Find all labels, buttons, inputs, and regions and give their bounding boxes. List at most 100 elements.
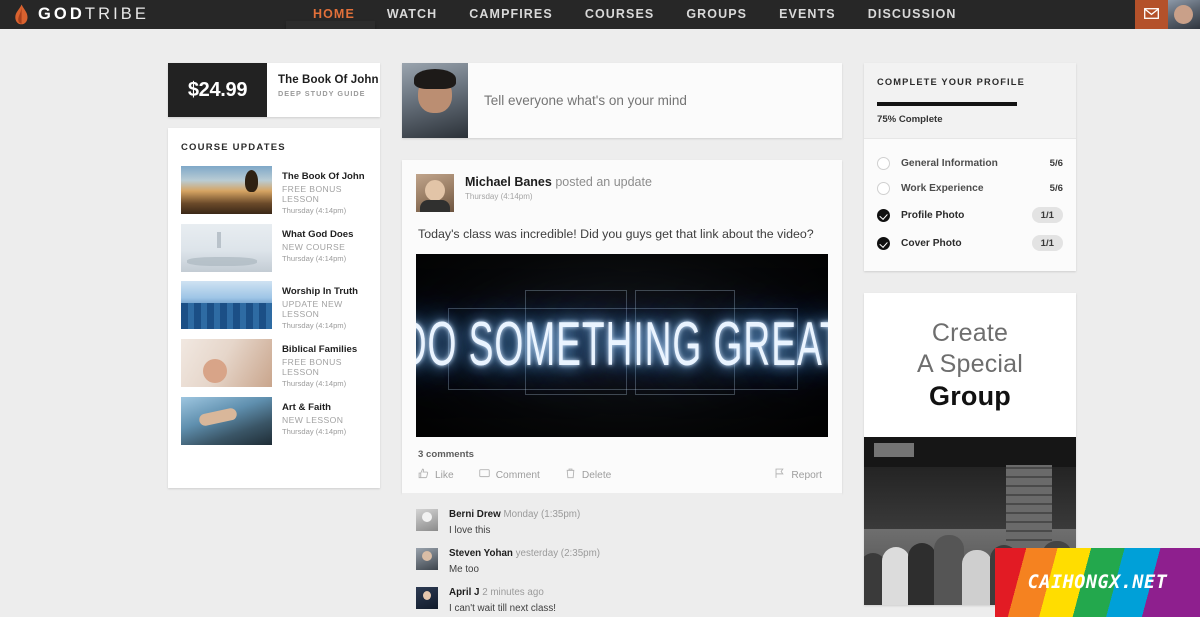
course-time: Thursday (4:14pm) bbox=[282, 321, 347, 330]
profile-task-count: 5/6 bbox=[1049, 158, 1063, 169]
post-text: Today's class was incredible! Did you gu… bbox=[418, 227, 814, 241]
course-update-item[interactable]: Worship In Truth UPDATE NEW LESSON Thurs… bbox=[168, 281, 380, 330]
circle-unchecked-icon bbox=[877, 182, 890, 195]
check-circle-icon bbox=[877, 236, 890, 250]
comment-label: Comment bbox=[495, 469, 540, 481]
like-label: Like bbox=[435, 469, 454, 481]
flag-icon bbox=[774, 468, 785, 482]
profile-completion-card: COMPLETE YOUR PROFILE 75% Complete Gener… bbox=[864, 63, 1076, 271]
flame-icon bbox=[14, 4, 29, 25]
course-thumbnail bbox=[181, 166, 272, 214]
profile-task-count: 1/1 bbox=[1031, 207, 1063, 223]
nav-item-watch[interactable]: WATCH bbox=[371, 0, 453, 29]
check-circle-icon bbox=[877, 208, 890, 222]
brand-logo[interactable]: GODTRIBE bbox=[0, 4, 149, 25]
nav-item-courses[interactable]: COURSES bbox=[569, 0, 671, 29]
delete-label: Delete bbox=[581, 469, 612, 481]
comment-count: 3 comments bbox=[418, 449, 474, 460]
watermark-text: CAIHONGX.NET bbox=[1027, 572, 1168, 593]
brand-name: GODTRIBE bbox=[38, 5, 149, 23]
comment-author-line: Berni Drew Monday (1:35pm) bbox=[449, 509, 580, 520]
post-author-avatar[interactable] bbox=[416, 174, 454, 212]
create-group-line1: Create bbox=[931, 318, 1009, 347]
top-right-actions bbox=[1135, 0, 1200, 29]
thumbs-up-icon bbox=[418, 468, 429, 482]
create-group-banner: Create A Special Group bbox=[864, 293, 1076, 437]
promo-title: The Book Of John bbox=[278, 74, 379, 86]
comment-text: I love this bbox=[449, 525, 491, 536]
nav-item-groups[interactable]: GROUPS bbox=[670, 0, 763, 29]
course-thumbnail bbox=[181, 224, 272, 272]
delete-button[interactable]: Delete bbox=[565, 468, 611, 482]
course-thumbnail bbox=[181, 397, 272, 445]
course-thumbnail bbox=[181, 281, 272, 329]
comment-time: 2 minutes ago bbox=[479, 587, 544, 598]
post-header: Michael Banes posted an update Thursday … bbox=[416, 174, 828, 212]
course-type: NEW LESSON bbox=[282, 415, 344, 425]
course-update-item[interactable]: Art & Faith NEW LESSON Thursday (4:14pm) bbox=[168, 397, 380, 445]
profile-task-label: Work Experience bbox=[901, 183, 984, 194]
profile-task-cover-photo[interactable]: Cover Photo 1/1 bbox=[877, 229, 1063, 257]
comment-time: yesterday (2:35pm) bbox=[512, 548, 601, 559]
profile-task-general-information[interactable]: General Information 5/6 bbox=[877, 151, 1063, 176]
comment-item: Berni Drew Monday (1:35pm) I love this bbox=[402, 503, 842, 542]
profile-progress-label: 75% Complete bbox=[877, 114, 943, 125]
profile-task-count: 5/6 bbox=[1049, 183, 1063, 194]
status-input[interactable] bbox=[468, 63, 842, 138]
course-type: NEW COURSE bbox=[282, 242, 346, 252]
comment-button[interactable]: Comment bbox=[478, 468, 540, 482]
main-menu: HOME WATCH CAMPFIRES COURSES GROUPS EVEN… bbox=[297, 0, 973, 29]
status-composer[interactable] bbox=[402, 63, 842, 138]
page-body: $24.99 The Book Of John DEEP STUDY GUIDE… bbox=[0, 29, 1200, 617]
comment-item: Steven Yohan yesterday (2:35pm) Me too bbox=[402, 542, 842, 581]
profile-task-work-experience[interactable]: Work Experience 5/6 bbox=[877, 176, 1063, 201]
report-button[interactable]: Report bbox=[774, 468, 822, 482]
comment-avatar[interactable] bbox=[416, 587, 438, 609]
trash-icon bbox=[565, 468, 576, 482]
course-update-item[interactable]: What God Does NEW COURSE Thursday (4:14p… bbox=[168, 224, 380, 272]
course-time: Thursday (4:14pm) bbox=[282, 427, 347, 436]
comments-list: Berni Drew Monday (1:35pm) I love this S… bbox=[402, 493, 842, 617]
comment-author[interactable]: Berni Drew bbox=[449, 509, 501, 520]
report-label: Report bbox=[791, 469, 822, 481]
top-navigation-bar: GODTRIBE HOME WATCH CAMPFIRES COURSES GR… bbox=[0, 0, 1200, 47]
right-sidebar: COMPLETE YOUR PROFILE 75% Complete Gener… bbox=[864, 63, 1076, 617]
circle-unchecked-icon bbox=[877, 157, 890, 170]
speech-bubble-icon bbox=[478, 468, 490, 482]
create-group-line2: A Special bbox=[916, 349, 1024, 378]
comment-avatar[interactable] bbox=[416, 548, 438, 570]
nav-item-discussion[interactable]: DISCUSSION bbox=[852, 0, 973, 29]
comment-avatar[interactable] bbox=[416, 509, 438, 531]
course-time: Thursday (4:14pm) bbox=[282, 379, 347, 388]
comment-author[interactable]: April J bbox=[449, 587, 480, 598]
like-button[interactable]: Like bbox=[418, 468, 454, 482]
course-thumbnail bbox=[181, 339, 272, 387]
course-type: FREE BONUS LESSON bbox=[282, 357, 342, 377]
create-group-line3: Group bbox=[929, 380, 1011, 411]
post-author-name[interactable]: Michael Banes bbox=[465, 175, 552, 189]
post-image[interactable]: DO SOMETHING GREAT bbox=[416, 254, 828, 437]
course-type: FREE BONUS LESSON bbox=[282, 184, 342, 204]
messages-button[interactable] bbox=[1135, 0, 1168, 29]
profile-task-profile-photo[interactable]: Profile Photo 1/1 bbox=[877, 201, 1063, 229]
comment-author-line: Steven Yohan yesterday (2:35pm) bbox=[449, 548, 600, 559]
comment-author[interactable]: Steven Yohan bbox=[449, 548, 513, 559]
composer-avatar bbox=[402, 63, 468, 138]
promo-meta: The Book Of John DEEP STUDY GUIDE bbox=[267, 63, 379, 117]
course-time: Thursday (4:14pm) bbox=[282, 206, 347, 215]
promo-subtitle: DEEP STUDY GUIDE bbox=[278, 89, 366, 98]
nav-item-events[interactable]: EVENTS bbox=[763, 0, 852, 29]
course-title: Worship In Truth bbox=[282, 286, 359, 297]
profile-task-label: Cover Photo bbox=[901, 237, 962, 249]
profile-card-heading: COMPLETE YOUR PROFILE bbox=[877, 77, 1025, 87]
promo-product-card[interactable]: $24.99 The Book Of John DEEP STUDY GUIDE bbox=[168, 63, 380, 117]
course-update-item[interactable]: Biblical Families FREE BONUS LESSON Thur… bbox=[168, 339, 380, 388]
nav-item-campfires[interactable]: CAMPFIRES bbox=[453, 0, 569, 29]
course-update-item[interactable]: The Book Of John FREE BONUS LESSON Thurs… bbox=[168, 166, 380, 215]
user-avatar[interactable] bbox=[1168, 0, 1200, 29]
comment-author-line: April J 2 minutes ago bbox=[449, 587, 556, 598]
profile-task-count: 1/1 bbox=[1031, 235, 1063, 251]
course-type: UPDATE NEW LESSON bbox=[282, 299, 343, 319]
post-action-text: posted an update bbox=[551, 175, 652, 189]
course-updates-card: COURSE UPDATES The Book Of John FREE BON… bbox=[168, 128, 380, 488]
